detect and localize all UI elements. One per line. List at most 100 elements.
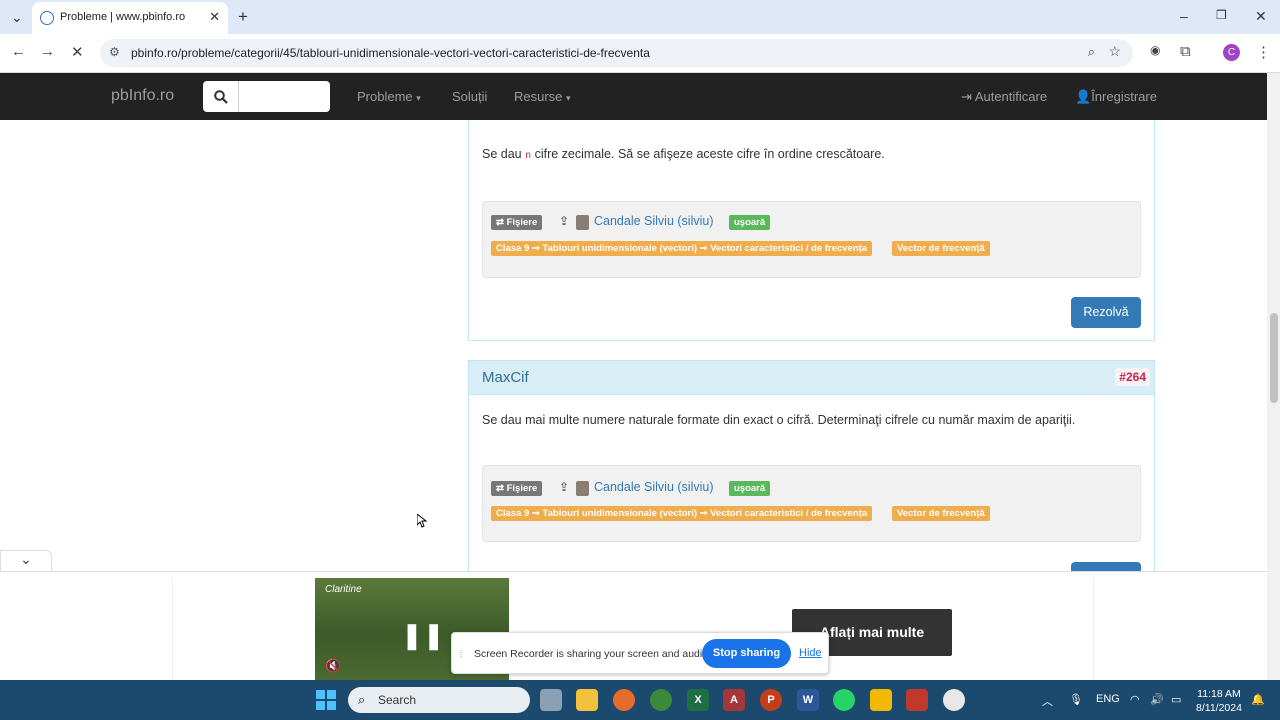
screen-recorder-icon[interactable] (943, 689, 965, 711)
close-window-icon[interactable]: ✕ (1255, 8, 1267, 25)
user-icon: 👤 (1075, 89, 1092, 104)
notification-bell-icon[interactable]: 🔔 (1251, 693, 1265, 706)
author-link[interactable]: Candale Silviu (silviu) (594, 214, 714, 228)
pbinfo-favicon-icon (40, 11, 54, 25)
nav-probleme[interactable]: Probleme ▾ (357, 89, 421, 104)
sign-in-icon: ⇥ (961, 89, 972, 104)
site-search-input[interactable] (203, 81, 330, 112)
solve-button[interactable]: Rezolvă (1071, 297, 1141, 328)
nav-resurse[interactable]: Resurse ▾ (514, 89, 571, 104)
difficulty-badge: uşoară (729, 481, 771, 496)
problem-card: Se dau n cifre zecimale. Să se afişeze a… (468, 120, 1155, 341)
problem-description: Se dau mai multe numere naturale formate… (482, 413, 1076, 427)
tab-title: Probleme | www.pbinfo.ro (60, 11, 186, 23)
problem-card: MaxCif #264 Se dau mai multe numere natu… (468, 360, 1155, 571)
task-view-icon[interactable] (540, 689, 562, 711)
drag-handle-icon[interactable]: ⦙ (460, 649, 462, 660)
windows-taskbar: ⌕ Search X A P W ︿ 🎙 ENG ◠ 🔊 ▭ 11:18 AM … (0, 680, 1280, 720)
chevron-down-icon: ⌄ (20, 551, 32, 567)
hide-link[interactable]: Hide (799, 647, 822, 659)
wifi-icon[interactable]: ◠ (1130, 693, 1140, 706)
taskbar-search[interactable]: ⌕ Search (348, 687, 530, 713)
volume-icon[interactable]: 🔊 (1150, 693, 1164, 706)
category-label[interactable]: Clasa 9 ➞ Tablouri unidimensionale (vect… (491, 506, 873, 521)
access-icon[interactable]: A (723, 689, 745, 711)
battery-icon[interactable]: ▭ (1171, 693, 1181, 706)
site-brand[interactable]: pbInfo.ro (111, 87, 174, 105)
browser-toolbar: ← → ✕ ⚙ pbinfo.ro/probleme/categorii/45/… (0, 34, 1280, 73)
browser-tab-strip: ⌄ Probleme | www.pbinfo.ro ✕ + – ❐ ✕ (0, 0, 1280, 34)
minimize-window-icon[interactable]: – (1180, 8, 1188, 24)
nav-solutii[interactable]: Soluții (452, 89, 487, 104)
mute-icon[interactable]: 🔇 (325, 658, 341, 674)
author-link[interactable]: Candale Silviu (silviu) (594, 480, 714, 494)
whatsapp-icon[interactable] (833, 689, 855, 711)
taskbar-search-label: Search (378, 693, 417, 707)
extension-icon[interactable]: ◉ (1150, 43, 1160, 57)
caret-down-icon: ▾ (416, 93, 421, 103)
tag-label[interactable]: Vector de frecvență (892, 241, 990, 256)
language-indicator[interactable]: ENG (1096, 693, 1120, 705)
microphone-icon[interactable]: 🎙 (1069, 693, 1083, 706)
category-label[interactable]: Clasa 9 ➞ Tablouri unidimensionale (vect… (491, 241, 873, 256)
tab-search-chevron-icon[interactable]: ⌄ (11, 9, 23, 26)
scrollbar-thumb[interactable] (1270, 313, 1278, 403)
author-avatar (576, 215, 589, 230)
powerpoint-icon[interactable]: P (760, 689, 782, 711)
solve-button[interactable] (1071, 562, 1141, 571)
browser-menu-icon[interactable]: ⋮ (1256, 43, 1271, 61)
problem-id-badge: #264 (1115, 368, 1150, 386)
address-bar[interactable]: ⚙ pbinfo.ro/probleme/categorii/45/tablou… (100, 39, 1133, 67)
register-link[interactable]: 👤Înregistrare (1075, 89, 1157, 105)
extensions-puzzle-icon[interactable]: ⧉ (1180, 43, 1191, 60)
files-label[interactable]: ⇄ Fişiere (491, 481, 543, 496)
url-text: pbinfo.ro/probleme/categorii/45/tablouri… (131, 46, 650, 60)
search-button[interactable] (203, 81, 239, 112)
upload-icon: ⇪ (559, 214, 570, 228)
file-explorer-icon[interactable] (576, 689, 598, 711)
chrome-icon[interactable] (650, 689, 672, 711)
files-label[interactable]: ⇄ Fişiere (491, 215, 543, 230)
system-clock[interactable]: 11:18 AM 8/11/2024 (1196, 687, 1242, 715)
upload-icon: ⇪ (559, 480, 570, 494)
search-icon (214, 90, 228, 104)
tag-label[interactable]: Vector de frecvență (892, 506, 990, 521)
problem-card-header: MaxCif #264 (469, 361, 1154, 395)
login-link[interactable]: ⇥ Autentificare (961, 89, 1047, 105)
ad-brand: Claritine (325, 584, 362, 595)
author-avatar (576, 481, 589, 496)
site-info-icon[interactable]: ⚙ (109, 45, 120, 59)
firefox-icon[interactable] (613, 689, 635, 711)
screen-share-bar: ⦙ Screen Recorder is sharing your screen… (451, 632, 829, 674)
word-icon[interactable]: W (797, 689, 819, 711)
back-arrow-icon[interactable]: ← (11, 43, 26, 60)
restore-window-icon[interactable]: ❐ (1216, 8, 1227, 22)
app-icon[interactable] (906, 689, 928, 711)
site-navbar: pbInfo.ro Probleme ▾ Soluții Resurse ▾ ⇥… (0, 73, 1267, 120)
stop-sharing-button[interactable]: Stop sharing (702, 639, 791, 668)
problem-title[interactable]: MaxCif (482, 369, 529, 386)
page-content: Se dau n cifre zecimale. Să se afişeze a… (0, 120, 1267, 571)
tray-chevron-icon[interactable]: ︿ (1042, 693, 1053, 709)
app-icon[interactable] (870, 689, 892, 711)
forward-arrow-icon[interactable]: → (40, 43, 55, 60)
share-message: Screen Recorder is sharing your screen a… (474, 648, 711, 660)
excel-icon[interactable]: X (687, 689, 709, 711)
close-tab-icon[interactable]: ✕ (209, 9, 220, 25)
ad-collapse-button[interactable]: ⌄ (0, 550, 52, 572)
profile-avatar[interactable]: C (1223, 44, 1240, 61)
zoom-icon[interactable]: ⌕ (1088, 44, 1095, 60)
new-tab-icon[interactable]: + (238, 7, 248, 27)
difficulty-badge: uşoară (729, 215, 771, 230)
problem-meta: ⇄ Fişiere ⇪ Candale Silviu (silviu) uşoa… (482, 201, 1141, 278)
caret-down-icon: ▾ (566, 93, 571, 103)
problem-meta: ⇄ Fişiere ⇪ Candale Silviu (silviu) uşoa… (482, 465, 1141, 542)
browser-tab[interactable]: Probleme | www.pbinfo.ro ✕ (32, 2, 228, 34)
bookmark-star-icon[interactable]: ☆ (1108, 43, 1121, 60)
clock-time: 11:18 AM (1197, 688, 1241, 700)
windows-start-icon[interactable] (316, 690, 336, 710)
page-scrollbar[interactable] (1267, 73, 1280, 680)
stop-loading-icon[interactable]: ✕ (71, 43, 84, 61)
pause-icon[interactable]: ❚❚ (401, 620, 445, 651)
mouse-cursor-icon (417, 514, 427, 528)
